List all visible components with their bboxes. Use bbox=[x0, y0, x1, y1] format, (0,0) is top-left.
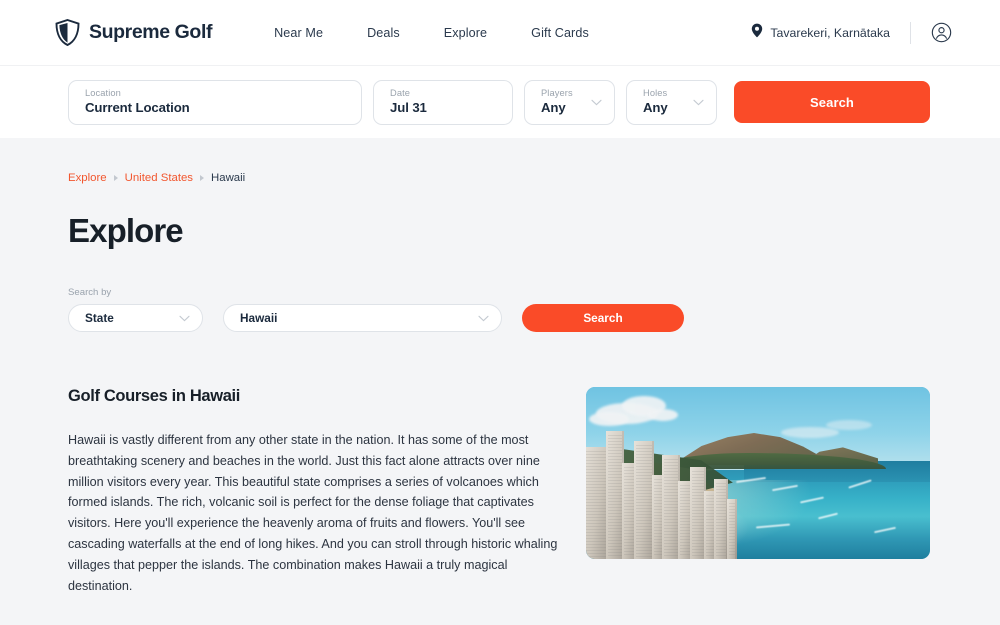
search-by-label: Search by bbox=[68, 287, 112, 298]
chevron-down-icon bbox=[693, 93, 704, 111]
date-input-value: Jul 31 bbox=[390, 100, 427, 115]
page-title: Explore bbox=[68, 212, 184, 249]
user-account-icon[interactable] bbox=[931, 22, 952, 43]
location-text: Tavarekeri, Karnātaka bbox=[770, 25, 890, 40]
location-input[interactable]: Location Current Location bbox=[68, 79, 362, 125]
photo-cloud bbox=[826, 420, 872, 430]
chevron-right-icon bbox=[200, 175, 205, 181]
players-select[interactable]: Players Any bbox=[524, 79, 615, 125]
breadcrumb-item-explore[interactable]: Explore bbox=[68, 172, 107, 184]
hawaii-beach-photo bbox=[586, 387, 930, 559]
chevron-right-icon bbox=[113, 175, 118, 181]
players-select-label: Players bbox=[541, 88, 573, 98]
region-select[interactable]: Hawaii bbox=[223, 304, 502, 332]
chevron-down-icon bbox=[179, 311, 190, 325]
explore-search-row: State Hawaii Search bbox=[68, 304, 932, 332]
chevron-down-icon bbox=[478, 311, 489, 325]
location-input-label: Location bbox=[85, 88, 121, 98]
content-photo-column bbox=[586, 387, 932, 625]
search-bar: Location Current Location Date Jul 31 Pl… bbox=[0, 66, 1000, 138]
location-selector[interactable]: Tavarekeri, Karnātaka bbox=[751, 23, 890, 43]
holes-select-value: Any bbox=[643, 100, 668, 115]
content-paragraph-1: Hawaii is vastly different from any othe… bbox=[68, 433, 558, 593]
holes-select[interactable]: Holes Any bbox=[626, 79, 717, 125]
header-divider bbox=[910, 21, 911, 44]
breadcrumb-item-united-states[interactable]: United States bbox=[125, 172, 193, 184]
date-input-label: Date bbox=[390, 88, 411, 98]
page-body: Explore United States Hawaii Explore Sea… bbox=[0, 138, 1000, 625]
holes-select-label: Holes bbox=[643, 88, 668, 98]
brand-name: Supreme Golf bbox=[89, 21, 213, 43]
date-input[interactable]: Date Jul 31 bbox=[373, 79, 513, 125]
region-select-value: Hawaii bbox=[240, 311, 278, 325]
location-input-value: Current Location bbox=[85, 100, 190, 115]
search-type-select-value: State bbox=[85, 311, 114, 325]
header-right-cluster: Tavarekeri, Karnātaka bbox=[751, 21, 952, 44]
breadcrumb-item-hawaii: Hawaii bbox=[211, 172, 246, 184]
site-header: Supreme Golf Near Me Deals Explore Gift … bbox=[0, 0, 1000, 66]
content-area: Golf Courses in Hawaii Hawaii is vastly … bbox=[68, 387, 932, 625]
photo-cloud bbox=[781, 427, 839, 438]
chevron-down-icon bbox=[591, 93, 602, 111]
breadcrumb: Explore United States Hawaii bbox=[68, 138, 932, 184]
explore-search-button[interactable]: Search bbox=[522, 304, 684, 332]
photo-waikiki-buildings bbox=[586, 417, 737, 559]
search-button[interactable]: Search bbox=[734, 81, 930, 123]
nav-item-deals[interactable]: Deals bbox=[367, 26, 400, 40]
nav-item-gift-cards[interactable]: Gift Cards bbox=[531, 26, 589, 40]
nav-item-near-me[interactable]: Near Me bbox=[274, 26, 323, 40]
nav-item-explore[interactable]: Explore bbox=[444, 26, 487, 40]
brand-logo[interactable]: Supreme Golf bbox=[55, 19, 212, 46]
section-title: Golf Courses in Hawaii bbox=[68, 387, 241, 405]
map-pin-icon bbox=[751, 23, 763, 43]
search-type-select[interactable]: State bbox=[68, 304, 203, 332]
content-text-column: Golf Courses in Hawaii Hawaii is vastly … bbox=[68, 387, 568, 625]
players-select-value: Any bbox=[541, 100, 566, 115]
shield-logo-icon bbox=[55, 19, 80, 46]
main-navigation: Near Me Deals Explore Gift Cards bbox=[274, 26, 589, 40]
